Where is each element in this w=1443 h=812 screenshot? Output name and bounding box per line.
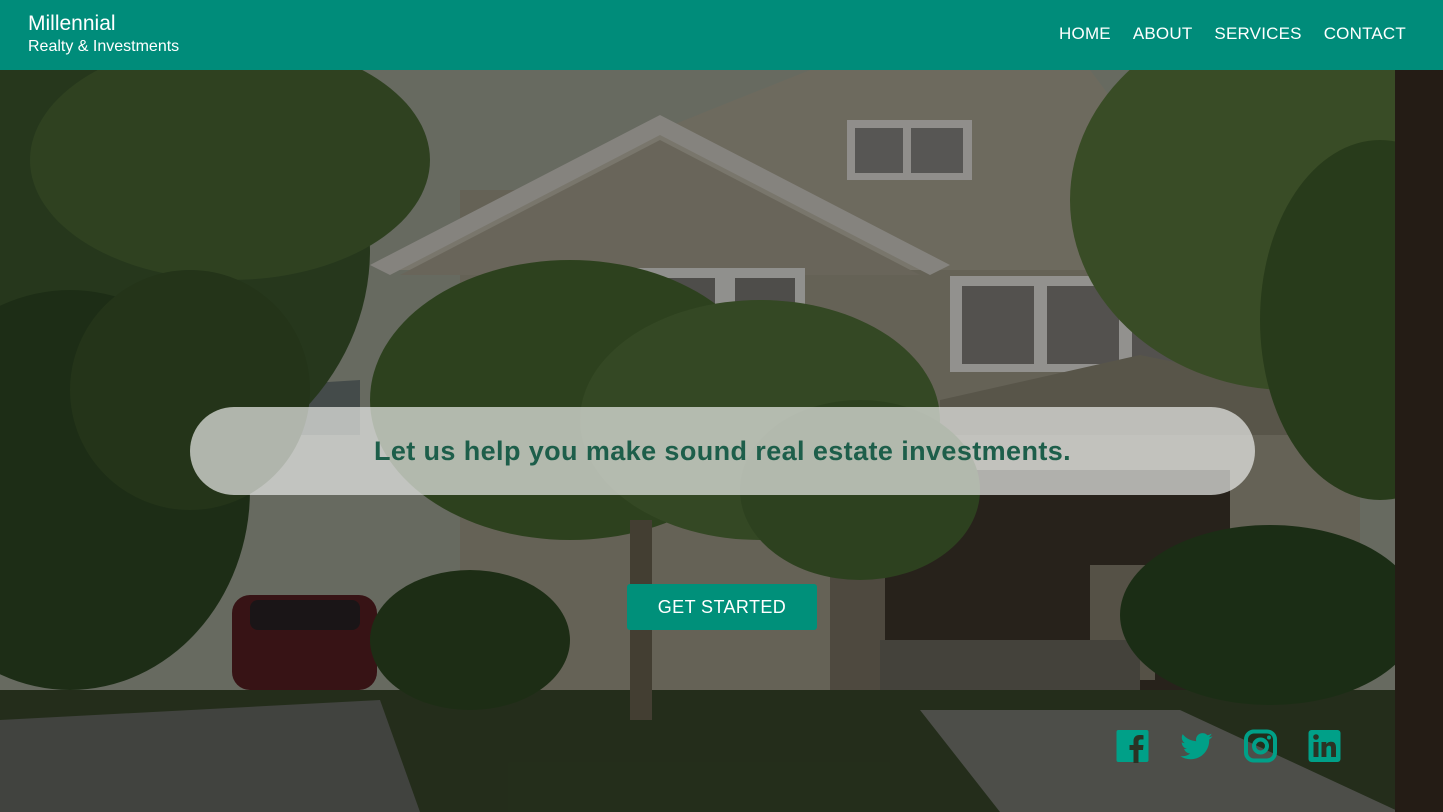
nav-home[interactable]: HOME bbox=[1059, 23, 1111, 45]
nav-contact[interactable]: CONTACT bbox=[1324, 23, 1406, 45]
headline-banner: Let us help you make sound real estate i… bbox=[190, 407, 1255, 495]
linkedin-icon bbox=[1308, 730, 1341, 762]
nav-services[interactable]: SERVICES bbox=[1214, 23, 1301, 45]
linkedin-link[interactable] bbox=[1307, 729, 1342, 763]
brand-name: Millennial bbox=[28, 12, 116, 35]
brand-logo[interactable]: Millennial Realty & Investments bbox=[28, 11, 179, 57]
nav-about[interactable]: ABOUT bbox=[1133, 23, 1193, 45]
facebook-icon bbox=[1116, 730, 1149, 763]
hero-headline: Let us help you make sound real estate i… bbox=[373, 435, 1072, 466]
top-navbar: Millennial Realty & Investments HOME ABO… bbox=[0, 0, 1443, 70]
main-nav: HOME ABOUT SERVICES CONTACT bbox=[1059, 23, 1406, 45]
instagram-icon bbox=[1244, 729, 1277, 763]
twitter-link[interactable] bbox=[1179, 729, 1214, 763]
facebook-link[interactable] bbox=[1115, 729, 1150, 763]
brand-tagline: Realty & Investments bbox=[28, 38, 180, 55]
twitter-icon bbox=[1180, 733, 1213, 760]
instagram-link[interactable] bbox=[1243, 729, 1278, 763]
social-links bbox=[1115, 729, 1342, 763]
get-started-button[interactable]: GET STARTED bbox=[627, 584, 817, 630]
